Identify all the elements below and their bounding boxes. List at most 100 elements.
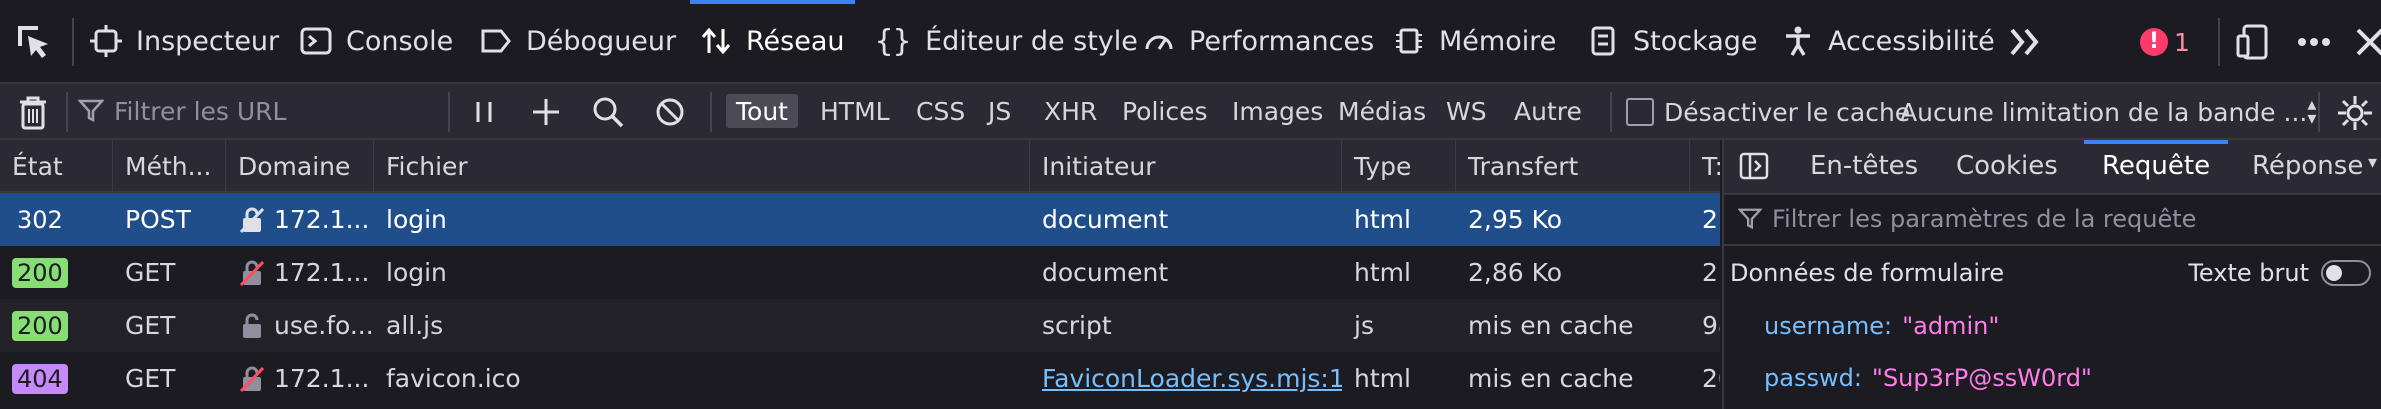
form-param-row: username: "admin" — [1764, 306, 1999, 346]
storage-icon — [1591, 26, 1615, 56]
pause-icon[interactable] — [470, 94, 500, 130]
search-icon[interactable] — [590, 94, 626, 130]
tab-console[interactable]: Console — [300, 0, 453, 82]
tab-memory[interactable]: Mémoire — [1393, 0, 1556, 82]
more-tabs-icon[interactable]: ▾ — [2368, 152, 2377, 173]
form-param-row: passwd: "Sup3rP@ssW0rd" — [1764, 358, 2092, 398]
block-requests-icon[interactable] — [652, 94, 688, 130]
console-icon — [300, 27, 332, 55]
url-filter-placeholder: Filtrer les URL — [114, 96, 287, 126]
method-cell: GET — [125, 258, 176, 287]
tab-performance-label: Performances — [1189, 25, 1375, 57]
devtools-toolbar: Inspecteur Console Débogueur Réseau {} É… — [0, 0, 2381, 84]
type-filter-images[interactable]: Images — [1222, 94, 1333, 128]
tab-style-editor[interactable]: {} Éditeur de style — [875, 0, 1138, 82]
performance-icon — [1145, 35, 1173, 50]
close-icon[interactable] — [2350, 22, 2381, 62]
type-filter-media[interactable]: Médias — [1328, 94, 1436, 128]
request-row[interactable]: 200 GET use.fo... all.js script js mis e… — [0, 299, 1720, 352]
type-filter-all[interactable]: Tout — [726, 94, 798, 128]
initiator-cell: script — [1042, 311, 1112, 340]
type-cell: html — [1354, 258, 1411, 287]
tab-debugger[interactable]: Débogueur — [480, 0, 676, 82]
type-filter-ws[interactable]: WS — [1436, 94, 1497, 128]
insecure-lock-icon — [239, 207, 265, 233]
tab-cookies[interactable]: Cookies — [1956, 140, 2058, 191]
tab-response[interactable]: Réponse — [2252, 140, 2363, 191]
param-value: "Sup3rP@ssW0rd" — [1871, 364, 2092, 392]
param-key: passwd: — [1764, 364, 1862, 392]
throttling-value: Aucune limitation de la bande ... — [1900, 97, 2308, 127]
method-cell: GET — [125, 311, 176, 340]
filterbar-divider — [2318, 92, 2320, 132]
tab-network-label: Réseau — [746, 25, 845, 57]
tab-network[interactable]: Réseau — [690, 0, 854, 82]
error-count-badge[interactable]: ! 1 — [2140, 24, 2190, 60]
type-filter-fonts[interactable]: Polices — [1112, 94, 1218, 128]
size-cell: 98 — [1702, 311, 1720, 340]
method-cell: POST — [125, 205, 191, 234]
transfer-cell: mis en cache — [1468, 364, 1634, 393]
column-header-initiator[interactable]: Initiateur — [1030, 140, 1342, 192]
checkbox-box[interactable] — [1626, 98, 1654, 126]
domain-cell: 172.1... — [274, 258, 370, 287]
request-row[interactable]: 404 GET 172.1... favicon.ico FaviconLoad… — [0, 352, 1720, 405]
column-header-size[interactable]: T: — [1690, 140, 1720, 192]
filter-icon — [78, 99, 104, 123]
debugger-icon — [481, 29, 511, 53]
params-filter-input[interactable]: Filtrer les paramètres de la requête — [1724, 193, 2381, 246]
toolbar-divider — [2218, 18, 2220, 66]
toolbar-divider — [72, 18, 74, 66]
secure-lock-icon — [243, 313, 261, 338]
disable-cache-checkbox[interactable]: Désactiver le cache — [1626, 92, 1910, 132]
more-tabs-chevron-icon[interactable] — [2006, 22, 2046, 62]
column-header-status[interactable]: État — [0, 140, 113, 192]
file-cell: all.js — [386, 311, 444, 340]
toggle-sidebar-icon[interactable] — [1738, 150, 1770, 182]
tab-accessibility-label: Accessibilité — [1828, 25, 1995, 57]
raw-toggle-label: Texte brut — [2188, 258, 2309, 287]
tab-storage[interactable]: Stockage — [1587, 0, 1758, 82]
add-request-plus-icon[interactable] — [528, 94, 564, 130]
column-header-method[interactable]: Méth... — [113, 140, 226, 192]
options-menu-icon[interactable] — [2294, 22, 2334, 62]
tab-performance[interactable]: Performances — [1143, 0, 1374, 82]
file-cell: login — [386, 205, 447, 234]
type-filter-html[interactable]: HTML — [810, 94, 900, 128]
throttling-select[interactable]: Aucune limitation de la bande ... ▴ ▾ — [1900, 92, 2316, 132]
tab-headers[interactable]: En-têtes — [1810, 140, 1918, 191]
column-header-type[interactable]: Type — [1342, 140, 1456, 192]
network-settings-gear-icon[interactable] — [2336, 94, 2374, 132]
initiator-link[interactable]: FaviconLoader.sys.mjs:1... — [1042, 364, 1342, 393]
request-row[interactable]: 200 GET 172.1... login document html 2,8… — [0, 246, 1720, 299]
file-cell: favicon.ico — [386, 364, 521, 393]
file-cell: login — [386, 258, 447, 287]
transfer-cell: 2,86 Ko — [1468, 258, 1563, 287]
url-filter-input[interactable]: Filtrer les URL — [78, 88, 448, 134]
request-row[interactable]: 302 POST 172.1... login document html 2,… — [0, 193, 1720, 246]
type-filter-css[interactable]: CSS — [906, 94, 975, 128]
raw-toggle[interactable]: Texte brut — [2188, 259, 2371, 287]
toggle-switch[interactable] — [2321, 259, 2371, 286]
type-filter-xhr[interactable]: XHR — [1034, 94, 1107, 128]
type-filter-js[interactable]: JS — [978, 94, 1021, 128]
method-cell: GET — [125, 364, 176, 393]
select-arrows-icon: ▴ ▾ — [2307, 94, 2317, 129]
tab-storage-label: Stockage — [1633, 25, 1758, 57]
responsive-design-icon[interactable] — [2234, 22, 2274, 62]
tab-request[interactable]: Requête — [2083, 140, 2229, 191]
status-code: 200 — [12, 257, 68, 288]
type-filter-other[interactable]: Autre — [1504, 94, 1592, 128]
pick-element-icon[interactable] — [14, 22, 54, 62]
column-header-file[interactable]: Fichier — [374, 140, 1030, 192]
tab-style-editor-label: Éditeur de style — [925, 25, 1138, 57]
domain-cell: use.fo... — [274, 311, 374, 340]
column-header-domain[interactable]: Domaine — [226, 140, 374, 192]
transfer-cell: 2,95 Ko — [1468, 205, 1563, 234]
column-header-transfer[interactable]: Transfert — [1456, 140, 1690, 192]
clear-requests-trash-icon[interactable] — [16, 94, 50, 130]
initiator-cell: document — [1042, 205, 1169, 234]
type-cell: html — [1354, 205, 1411, 234]
tab-accessibility[interactable]: Accessibilité — [1782, 0, 1995, 82]
tab-inspector[interactable]: Inspecteur — [90, 0, 279, 82]
